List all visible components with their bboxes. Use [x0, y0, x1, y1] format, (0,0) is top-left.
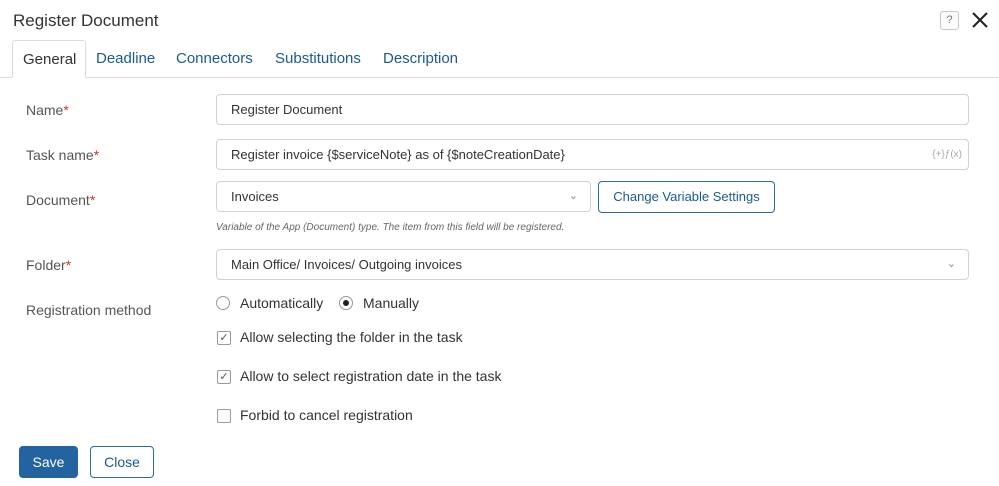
folder-select[interactable]: Main Office/ Invoices/ Outgoing invoices… — [216, 249, 969, 280]
tab-general[interactable]: General — [12, 40, 86, 78]
tab-substitutions[interactable]: Substitutions — [265, 40, 371, 77]
document-label: Document* — [26, 192, 96, 208]
radio-automatically-label: Automatically — [240, 295, 324, 311]
task-name-label: Task name* — [26, 147, 100, 163]
document-select[interactable]: Invoices ⌄ — [216, 181, 591, 212]
close-button[interactable]: Close — [90, 446, 154, 478]
checkbox-forbid-cancel[interactable] — [217, 409, 231, 423]
tab-deadline[interactable]: Deadline — [86, 40, 165, 77]
close-icon[interactable] — [969, 9, 991, 31]
dialog-title: Register Document — [13, 11, 159, 30]
save-button[interactable]: Save — [19, 446, 78, 478]
change-variable-settings-button[interactable]: Change Variable Settings — [598, 181, 775, 213]
tab-bar: General Deadline Connectors Substitution… — [0, 40, 999, 78]
tab-connectors[interactable]: Connectors — [166, 40, 263, 77]
help-icon[interactable]: ? — [940, 11, 959, 30]
document-hint: Variable of the App (Document) type. The… — [216, 222, 565, 233]
function-insert-icon[interactable]: {+}ƒ(x) — [932, 140, 962, 169]
task-name-input[interactable]: Register invoice {$serviceNote} as of {$… — [216, 139, 969, 170]
radio-automatically[interactable] — [216, 296, 230, 310]
checkbox-forbid-cancel-label: Forbid to cancel registration — [240, 407, 413, 423]
chevron-down-icon: ⌄ — [568, 190, 578, 202]
checkbox-allow-select-folder[interactable]: ✓ — [217, 331, 231, 345]
tab-description[interactable]: Description — [373, 40, 468, 77]
name-label: Name* — [26, 102, 69, 118]
checkbox-allow-select-date-label: Allow to select registration date in the… — [240, 368, 502, 384]
radio-manually-label: Manually — [363, 295, 420, 311]
registration-method-label: Registration method — [26, 302, 152, 318]
checkbox-allow-select-folder-label: Allow selecting the folder in the task — [240, 329, 463, 345]
chevron-down-icon: ⌄ — [946, 258, 956, 270]
radio-manually[interactable] — [339, 296, 353, 310]
name-input[interactable]: Register Document — [216, 94, 969, 125]
checkbox-allow-select-date[interactable]: ✓ — [217, 370, 231, 384]
folder-label: Folder* — [26, 257, 72, 273]
